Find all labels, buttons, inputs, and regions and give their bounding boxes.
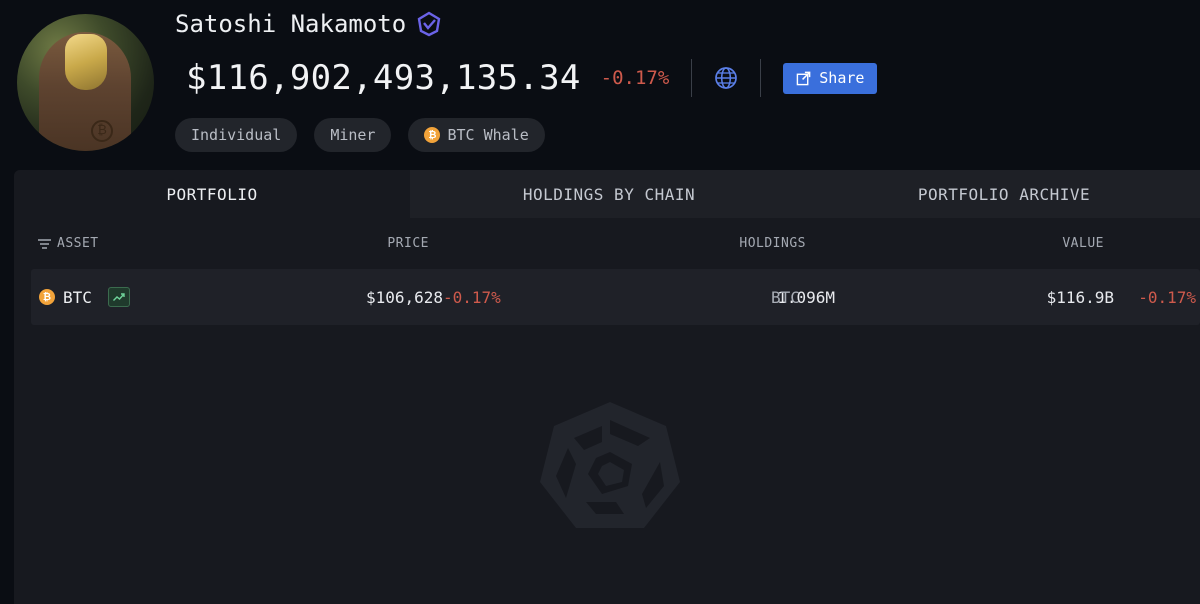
- verified-icon: [417, 11, 441, 37]
- balance-row: $116,902,493,135.34 -0.17% Share: [186, 56, 878, 100]
- asset-symbol: BTC: [63, 287, 92, 307]
- tag-list: Individual Miner ₿ BTC Whale: [175, 118, 545, 152]
- share-button[interactable]: Share: [783, 62, 878, 94]
- profile-name: Satoshi Nakamoto: [175, 10, 442, 38]
- tag-label: BTC Whale: [447, 126, 529, 144]
- table-row[interactable]: ₿ BTC $106,628 -0.17% 1.096M BTC $116.9B…: [31, 269, 1200, 325]
- tab-holdings-by-chain[interactable]: HOLDINGS BY CHAIN: [410, 170, 808, 218]
- tag-individual[interactable]: Individual: [175, 118, 298, 152]
- tag-btc-whale[interactable]: ₿ BTC Whale: [408, 118, 545, 152]
- trending-icon[interactable]: [107, 287, 130, 307]
- table-header: ASSET PRICE HOLDINGS VALUE: [14, 236, 1200, 254]
- price-value: $106,628: [365, 287, 443, 307]
- tab-bar: PORTFOLIO HOLDINGS BY CHAIN PORTFOLIO AR…: [14, 170, 1200, 218]
- column-label: ASSET: [57, 236, 99, 251]
- tab-label: HOLDINGS BY CHAIN: [522, 184, 696, 204]
- tag-miner[interactable]: Miner: [314, 118, 392, 152]
- value-change: -0.17%: [1138, 287, 1196, 307]
- balance-change: -0.17%: [600, 67, 670, 89]
- total-balance: $116,902,493,135.34: [186, 58, 581, 98]
- arkham-logo-icon: [540, 402, 680, 528]
- sort-icon[interactable]: [38, 238, 51, 249]
- tag-label: Individual: [191, 126, 282, 144]
- globe-icon[interactable]: [714, 66, 738, 90]
- btc-icon: ₿: [39, 289, 55, 305]
- usd-value: $116.9B: [1046, 287, 1114, 307]
- profile-name-text: Satoshi Nakamoto: [175, 10, 407, 38]
- tab-label: PORTFOLIO ARCHIVE: [917, 184, 1091, 204]
- column-holdings[interactable]: HOLDINGS: [739, 236, 806, 251]
- tab-portfolio-archive[interactable]: PORTFOLIO ARCHIVE: [808, 170, 1200, 218]
- divider: [691, 59, 693, 97]
- divider: [760, 59, 762, 97]
- tab-portfolio[interactable]: PORTFOLIO: [14, 170, 410, 218]
- tab-label: PORTFOLIO: [166, 184, 258, 204]
- holdings-unit: BTC: [771, 287, 800, 307]
- column-price[interactable]: PRICE: [387, 236, 429, 251]
- share-icon: [796, 71, 811, 85]
- tag-label: Miner: [330, 126, 376, 144]
- column-value[interactable]: VALUE: [1062, 236, 1104, 251]
- avatar: ₿: [17, 14, 154, 151]
- price-change: -0.17%: [443, 287, 501, 307]
- share-label: Share: [819, 69, 865, 87]
- asset-cell: ₿ BTC: [39, 269, 130, 325]
- btc-icon: ₿: [424, 127, 441, 143]
- portfolio-panel: PORTFOLIO HOLDINGS BY CHAIN PORTFOLIO AR…: [14, 170, 1200, 604]
- column-asset[interactable]: ASSET: [38, 236, 99, 251]
